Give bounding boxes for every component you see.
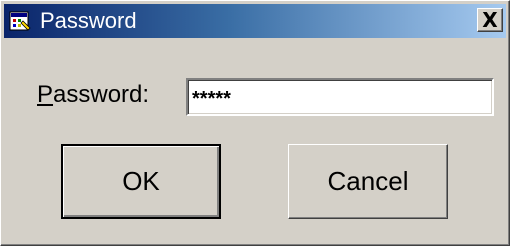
password-app-icon <box>8 9 32 33</box>
ok-button[interactable]: OK <box>61 144 221 219</box>
password-input[interactable] <box>186 78 494 116</box>
password-label-text: assword: <box>53 81 150 108</box>
cancel-button[interactable]: Cancel <box>288 144 448 219</box>
password-label-mnemonic: P <box>37 81 54 108</box>
close-button[interactable]: X <box>477 8 503 32</box>
title-bar[interactable]: Password X <box>4 4 506 38</box>
ok-button-label: OK <box>122 166 160 196</box>
cancel-button-label: Cancel <box>327 166 409 196</box>
close-icon: X <box>482 8 498 32</box>
password-dialog: Password X Password: OK Cancel <box>0 0 510 246</box>
password-label: Password: <box>37 81 149 109</box>
window-title: Password <box>40 8 137 33</box>
